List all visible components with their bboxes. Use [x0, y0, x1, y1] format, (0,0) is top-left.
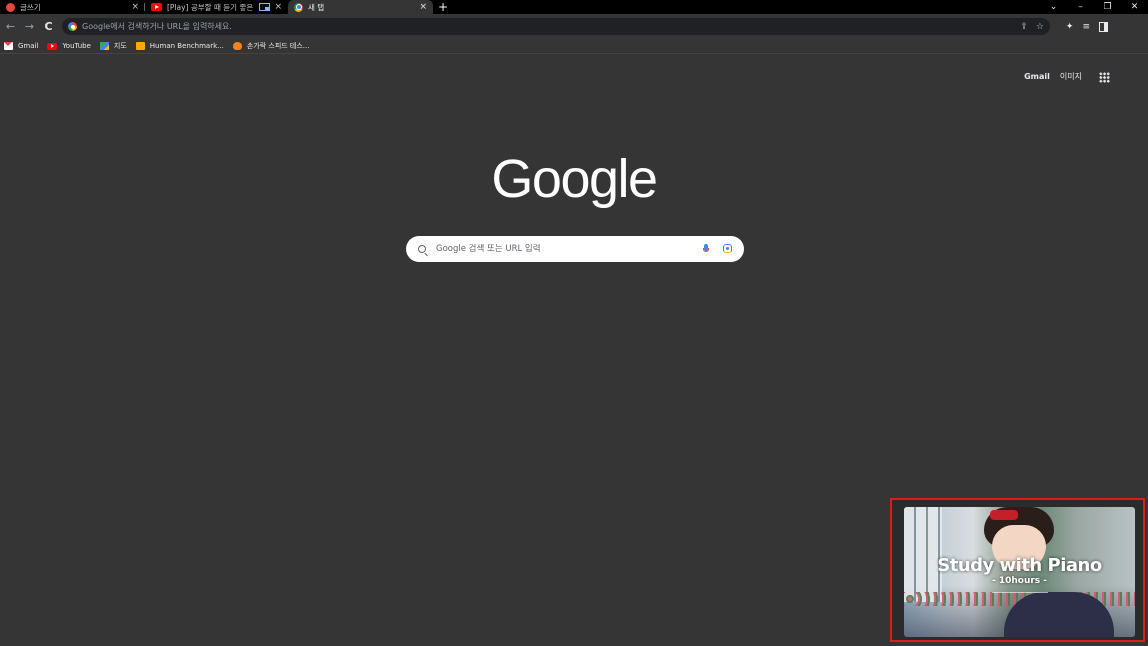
google-g-icon [68, 22, 77, 31]
pip-divider [992, 592, 1048, 593]
tab-title: 글쓰기 [20, 2, 41, 12]
tab-title: [Play] 공부할 때 듣기 좋은 [167, 2, 257, 12]
new-tab-button[interactable]: + [433, 0, 453, 14]
youtube-favicon-icon [151, 3, 162, 11]
search-icon [418, 245, 426, 253]
picture-in-picture-icon [259, 3, 271, 11]
address-bar[interactable]: ⇪ ☆ [62, 18, 1050, 35]
pip-video-title: Study with Piano [937, 555, 1102, 576]
toolbar-right-actions: ✦ ≡ [1066, 18, 1108, 35]
tab-close-icon[interactable]: × [419, 2, 427, 12]
tab-close-icon[interactable]: × [274, 2, 282, 12]
bookmark-maps[interactable]: 지도 [99, 41, 127, 51]
bookmark-label: 지도 [113, 42, 127, 50]
extensions-puzzle-icon[interactable]: ✦ [1066, 22, 1074, 32]
address-input[interactable] [82, 22, 782, 31]
tab-title: 새 탭 [308, 2, 325, 12]
search-input[interactable] [436, 244, 676, 254]
tab-youtube-play[interactable]: [Play] 공부할 때 듣기 좋은 × [145, 0, 288, 14]
google-apps-grid-icon[interactable] [1099, 72, 1110, 83]
close-window-icon[interactable]: ✕ [1121, 2, 1148, 12]
minimize-icon[interactable]: – [1067, 2, 1094, 12]
bookmark-star-icon[interactable]: ☆ [1036, 22, 1044, 32]
maps-icon [99, 42, 109, 50]
tab-strip: 글쓰기 × [Play] 공부할 때 듣기 좋은 × 새 탭 × + ⌄ – ❐… [0, 0, 1148, 14]
human-benchmark-icon [135, 42, 145, 50]
bookmark-finger-speed-test[interactable]: 손가락 스피드 테스... [232, 41, 310, 51]
restore-icon[interactable]: ❐ [1094, 2, 1121, 12]
tab-favicon-icon [6, 2, 15, 12]
picture-in-picture-window[interactable]: Study with Piano - 10hours - [890, 498, 1145, 642]
tab-search-chevron-icon[interactable]: ⌄ [1040, 2, 1067, 12]
bookmark-label: YouTube [62, 42, 91, 50]
gmail-link[interactable]: Gmail [1024, 72, 1050, 81]
browser-toolbar: ← → C ⇪ ☆ ✦ ≡ [0, 14, 1148, 39]
youtube-icon [47, 42, 58, 50]
gmail-icon [4, 42, 13, 50]
google-logo: Google [491, 149, 658, 209]
pip-character-bow [990, 510, 1018, 520]
side-panel-icon[interactable] [1099, 21, 1108, 32]
tab-writing[interactable]: 글쓰기 × [0, 0, 145, 14]
microphone-icon[interactable] [703, 244, 709, 252]
top-links: Gmail 이미지 [1024, 71, 1082, 82]
tab-close-icon[interactable]: × [131, 2, 139, 12]
bookmark-label: 손가락 스피드 테스... [246, 42, 310, 50]
pip-character-dress [1004, 592, 1114, 637]
share-icon[interactable]: ⇪ [1020, 22, 1028, 32]
media-controls-icon[interactable]: ≡ [1082, 22, 1090, 32]
pip-video-thumbnail[interactable]: Study with Piano - 10hours - [904, 507, 1135, 637]
pip-video-subtitle: - 10hours - [991, 576, 1048, 586]
bookmark-label: Gmail [18, 42, 39, 50]
fox-icon [232, 42, 242, 50]
google-lens-icon[interactable] [723, 244, 732, 253]
search-box[interactable] [406, 236, 744, 262]
forward-icon[interactable]: → [20, 20, 39, 33]
bookmark-label: Human Benchmark... [149, 42, 224, 50]
chrome-favicon-icon [294, 2, 303, 12]
bookmarks-bar: Gmail YouTube 지도 Human Benchmark... 손가락 … [0, 39, 1148, 54]
images-link[interactable]: 이미지 [1060, 71, 1082, 82]
bookmark-human-benchmark[interactable]: Human Benchmark... [135, 42, 224, 50]
reload-icon[interactable]: C [39, 20, 58, 33]
tab-new-tab[interactable]: 새 탭 × [288, 0, 433, 14]
bookmark-youtube[interactable]: YouTube [47, 42, 91, 50]
bookmark-gmail[interactable]: Gmail [4, 42, 38, 50]
back-icon[interactable]: ← [1, 20, 20, 33]
omnibox-actions: ⇪ ☆ [1020, 18, 1044, 35]
window-controls: ⌄ – ❐ ✕ [1040, 0, 1148, 14]
